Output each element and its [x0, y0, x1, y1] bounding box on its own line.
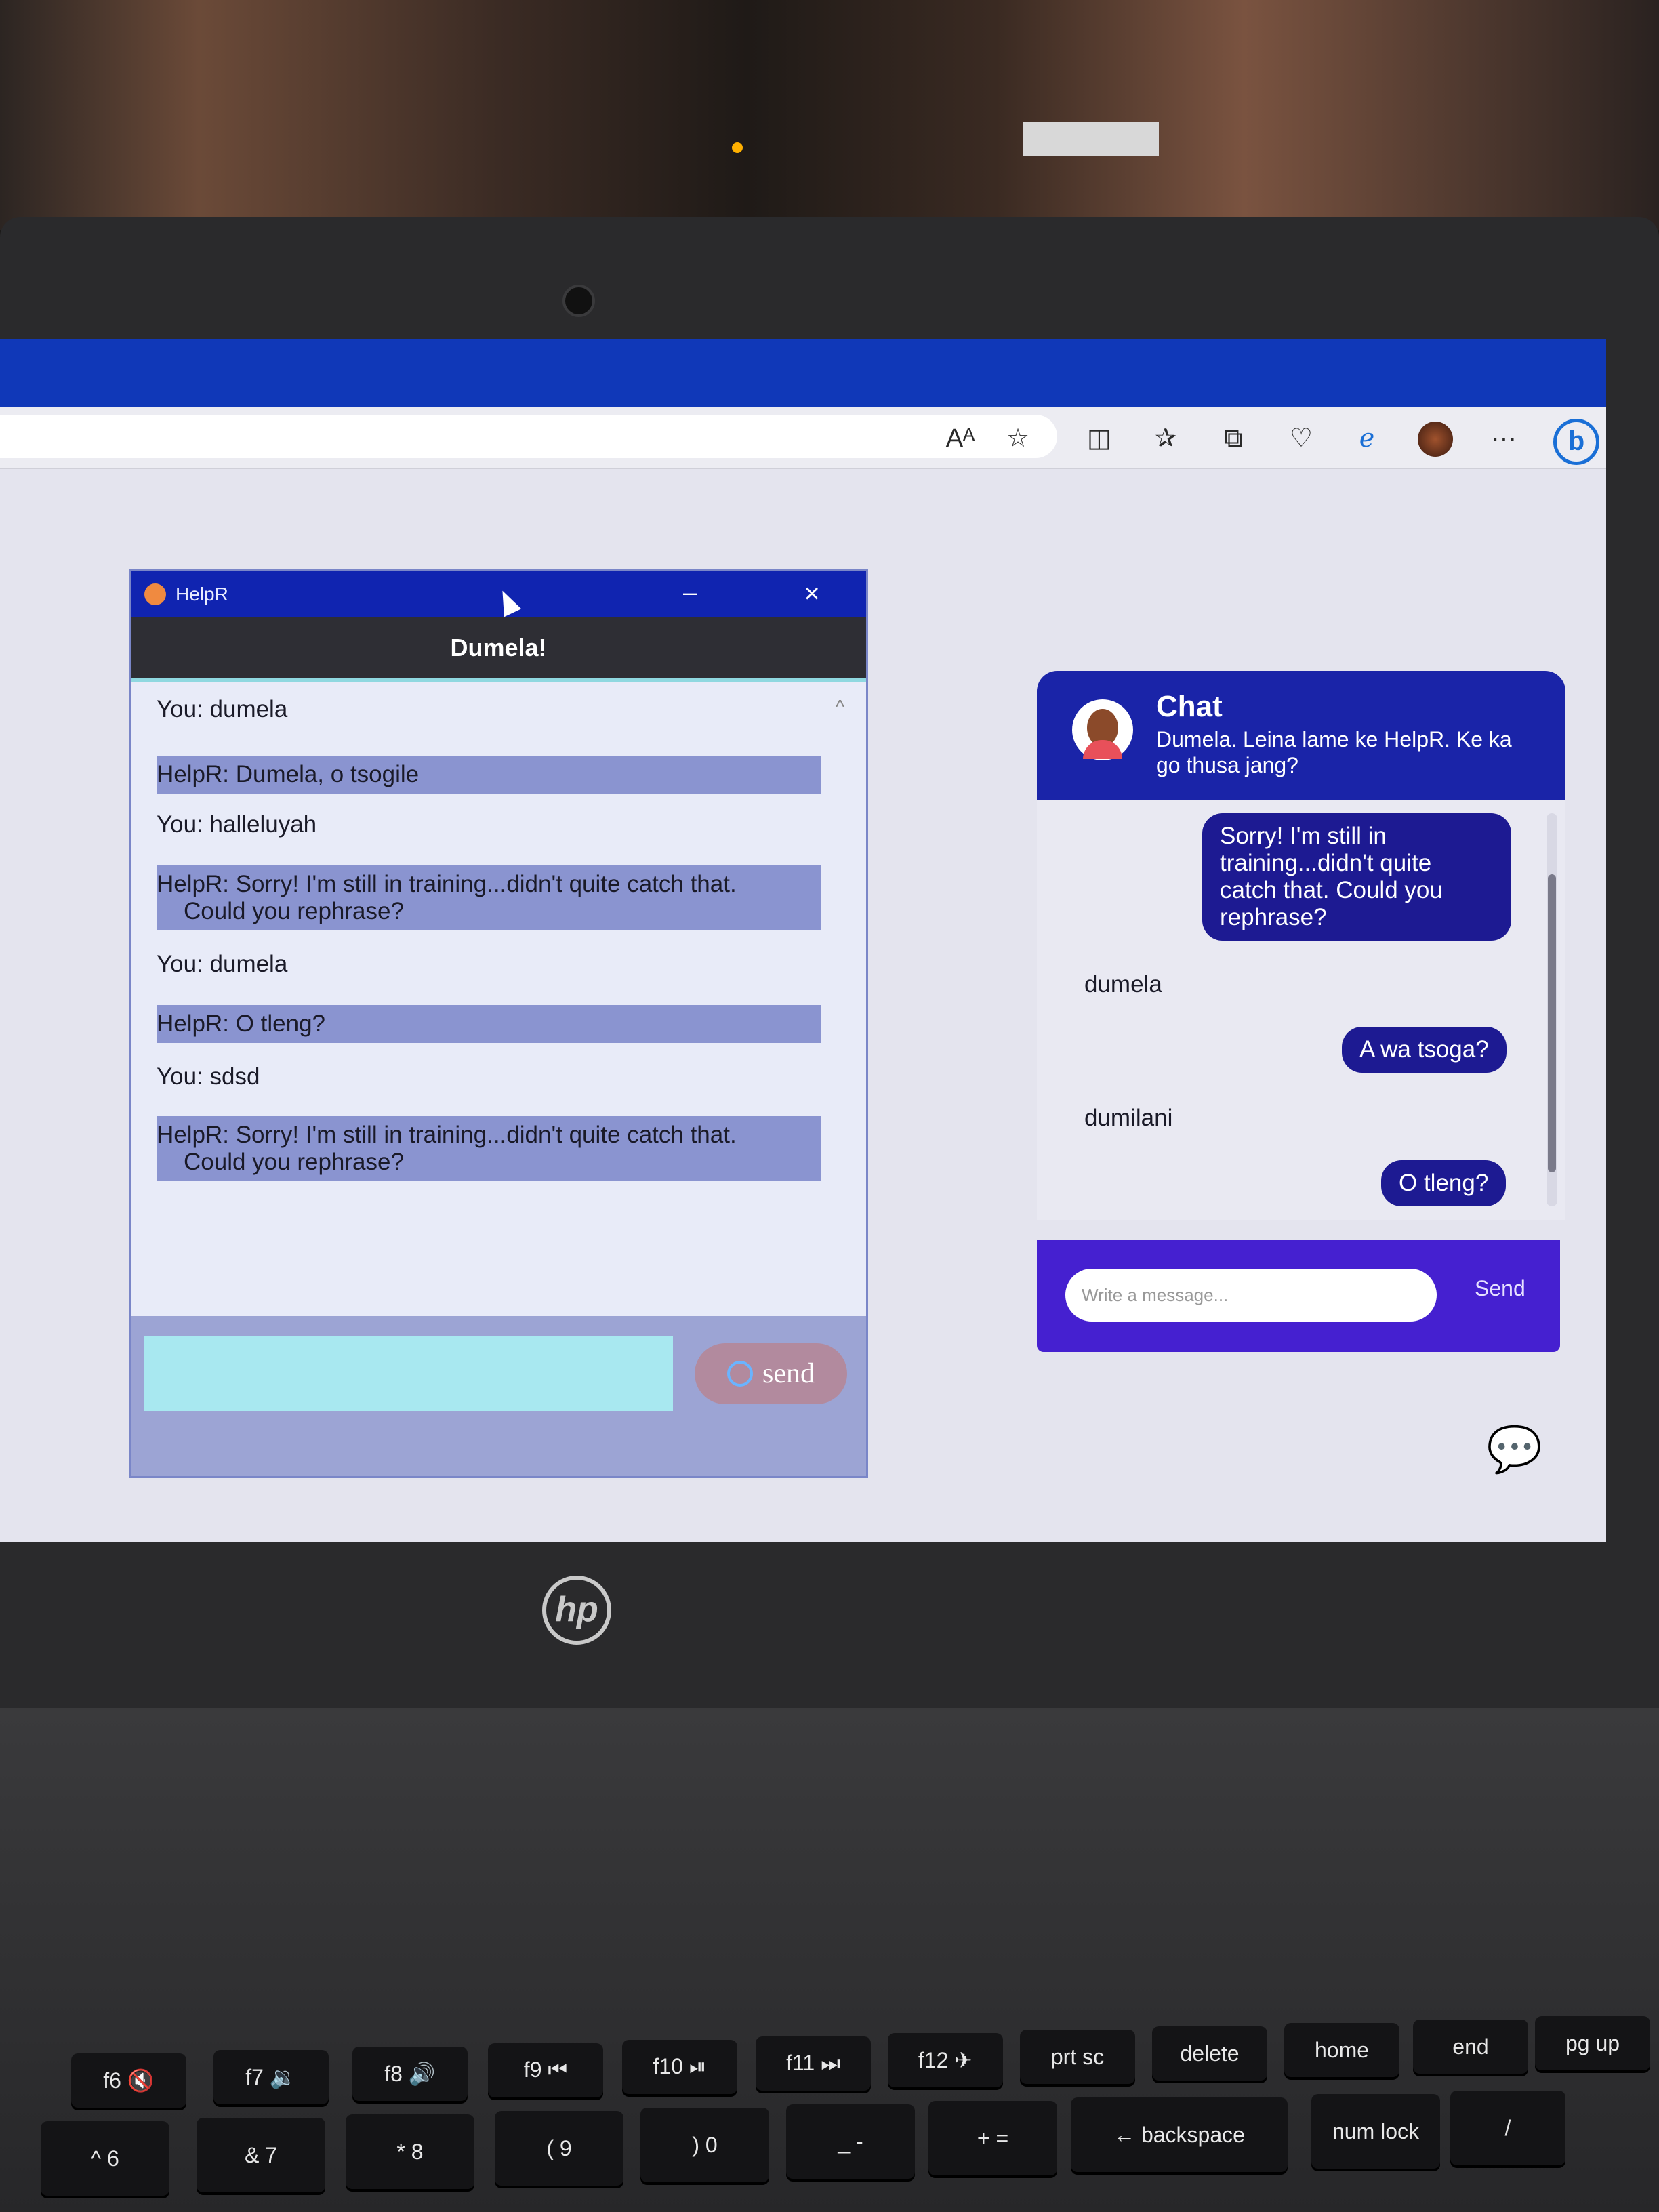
user-bubble: dumela — [1084, 971, 1162, 998]
app-title: HelpR — [176, 583, 228, 605]
webcam — [562, 285, 595, 317]
chat-widget-send-button[interactable]: Send — [1471, 1275, 1530, 1302]
bot-bubble: O tleng? — [1381, 1160, 1507, 1206]
user-message: You: halleluyah — [157, 811, 317, 838]
split-screen-icon[interactable]: ◫ — [1081, 420, 1118, 457]
app-header: Dumela! — [131, 617, 866, 682]
key-slash: / — [1450, 2091, 1565, 2165]
background-room — [0, 0, 1659, 230]
internet-explorer-icon[interactable]: ℯ — [1349, 420, 1385, 457]
bot-message: HelpR: Sorry! I'm still in training...di… — [157, 1116, 821, 1181]
user-bubble: dumilani — [1084, 1105, 1173, 1131]
more-icon[interactable]: ··· — [1486, 420, 1522, 457]
chat-widget-footer: Send — [1037, 1240, 1560, 1352]
bot-bubble: A wa tsoga? — [1342, 1027, 1507, 1073]
key-f7: f7 🔉 — [213, 2050, 329, 2104]
address-bar[interactable] — [0, 415, 1057, 458]
key-pgup: pg up — [1535, 2016, 1650, 2070]
key-f9: f9 ⏮ — [488, 2043, 603, 2097]
laptop-keyboard: f6 🔇 f7 🔉 f8 🔊 f9 ⏮ f10 ⏯ f11 ⏭ f12 ✈ pr… — [0, 1708, 1659, 2212]
send-label: send — [762, 1358, 815, 1389]
app-footer: send — [131, 1316, 866, 1476]
profile-icon[interactable] — [1418, 422, 1453, 457]
key-9: ( 9 — [495, 2111, 623, 2186]
user-message: You: dumela — [157, 951, 288, 977]
browser-essentials-icon[interactable]: ♡ — [1283, 420, 1319, 457]
favorite-star-icon[interactable]: ☆ — [1000, 420, 1036, 457]
key-backspace: ← backspace — [1071, 2097, 1288, 2172]
favorites-list-icon[interactable]: ✰ — [1147, 420, 1184, 457]
key-f6: f6 🔇 — [71, 2053, 186, 2108]
key-prtsc: prt sc — [1020, 2030, 1135, 2084]
avatar — [1072, 699, 1133, 760]
key-f8: f8 🔊 — [352, 2047, 468, 2101]
bot-message: HelpR: Sorry! I'm still in training...di… — [157, 865, 821, 930]
background-light — [732, 142, 743, 153]
bot-message-continuation: Could you rephrase? — [184, 1149, 404, 1175]
helpr-app-window: HelpR – × Dumela! ^ You: dumela HelpR: D… — [129, 569, 868, 1478]
key-delete: delete — [1152, 2026, 1267, 2081]
key-8: * 8 — [346, 2114, 474, 2189]
chat-launcher-icon[interactable]: 💬 — [1484, 1423, 1545, 1477]
key-0: ) 0 — [640, 2108, 769, 2182]
bot-message: HelpR: O tleng? — [157, 1005, 821, 1043]
user-message: You: sdsd — [157, 1063, 260, 1090]
scrollbar-thumb[interactable] — [1548, 874, 1556, 1172]
app-logo-icon — [144, 583, 166, 605]
laptop-screen: Aᴬ ☆ ◫ ✰ ⧉ ♡ ℯ ··· b HelpR – × Dumela! ^… — [0, 339, 1606, 1542]
close-icon[interactable]: × — [795, 577, 829, 611]
chat-widget-input[interactable] — [1065, 1269, 1437, 1322]
user-message: You: dumela — [157, 696, 288, 722]
read-aloud-icon[interactable]: Aᴬ — [942, 420, 979, 457]
chat-widget-messages[interactable]: Sorry! I'm still in training...didn't qu… — [1037, 800, 1565, 1220]
key-f11: f11 ⏭ — [756, 2036, 871, 2091]
key-7: & 7 — [197, 2118, 325, 2192]
send-icon — [727, 1361, 753, 1387]
key-f10: f10 ⏯ — [622, 2040, 737, 2094]
bot-bubble: Sorry! I'm still in training...didn't qu… — [1202, 813, 1511, 941]
bot-message-continuation: Could you rephrase? — [184, 898, 404, 924]
browser-titlebar — [0, 339, 1606, 407]
chat-widget-subtitle: Dumela. Leina lame ke HelpR. Ke ka go th… — [1156, 727, 1512, 777]
chat-log[interactable]: ^ You: dumela HelpR: Dumela, o tsogile Y… — [131, 682, 866, 1316]
bot-message: HelpR: Dumela, o tsogile — [157, 756, 821, 794]
key-equals: + = — [928, 2101, 1057, 2175]
collections-icon[interactable]: ⧉ — [1215, 420, 1252, 457]
chat-widget-header: Chat Dumela. Leina lame ke HelpR. Ke ka … — [1037, 671, 1565, 800]
key-end: end — [1413, 2020, 1528, 2074]
hp-logo: hp — [542, 1576, 611, 1645]
bing-icon[interactable]: b — [1553, 419, 1599, 465]
bot-message-line: HelpR: Sorry! I'm still in training...di… — [157, 1122, 737, 1148]
key-home: home — [1284, 2023, 1399, 2077]
key-f12: f12 ✈ — [888, 2033, 1003, 2087]
message-input[interactable] — [144, 1336, 673, 1411]
key-numlock: num lock — [1311, 2094, 1440, 2169]
minimize-icon[interactable]: – — [673, 577, 707, 611]
key-minus: _ - — [786, 2104, 915, 2179]
background-object — [1023, 122, 1159, 156]
chat-widget-title: Chat — [1156, 690, 1223, 723]
send-button[interactable]: send — [695, 1343, 847, 1404]
scroll-up-icon[interactable]: ^ — [836, 696, 844, 718]
avatar-shirt — [1083, 740, 1122, 759]
bot-message-line: HelpR: Sorry! I'm still in training...di… — [157, 871, 737, 897]
chat-scrollbar[interactable] — [1547, 813, 1557, 1206]
key-6: ^ 6 — [41, 2121, 169, 2196]
